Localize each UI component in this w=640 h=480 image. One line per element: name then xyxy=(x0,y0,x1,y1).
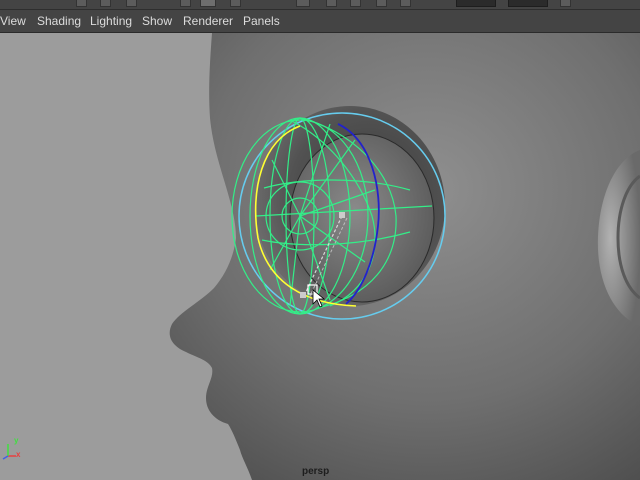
menu-view[interactable]: View xyxy=(0,13,26,29)
menu-panels[interactable]: Panels xyxy=(243,13,280,29)
axis-x-label: x xyxy=(16,450,21,459)
toolbar-button-8[interactable] xyxy=(326,0,337,7)
toolbar-button-3[interactable] xyxy=(126,0,137,7)
toolbar-button-5[interactable] xyxy=(200,0,216,7)
top-toolbar xyxy=(0,0,640,10)
menu-lighting[interactable]: Lighting xyxy=(90,13,132,29)
menu-show[interactable]: Show xyxy=(142,13,172,29)
axis-indicator-icon xyxy=(2,444,16,460)
viewport-scene[interactable] xyxy=(0,33,640,480)
toolbar-button-6[interactable] xyxy=(230,0,241,7)
toolbar-field-2[interactable] xyxy=(508,0,548,7)
camera-name-label: persp xyxy=(302,466,330,477)
toolbar-button-11[interactable] xyxy=(400,0,411,7)
menu-shading[interactable]: Shading xyxy=(37,13,81,29)
toolbar-button-10[interactable] xyxy=(376,0,387,7)
toolbar-button-12[interactable] xyxy=(560,0,571,7)
axis-y-label: y xyxy=(14,436,19,445)
toolbar-field-1[interactable] xyxy=(456,0,496,7)
toolbar-button-9[interactable] xyxy=(350,0,361,7)
toolbar-button-7[interactable] xyxy=(296,0,310,7)
toolbar-button-4[interactable] xyxy=(180,0,191,7)
perspective-viewport[interactable] xyxy=(0,33,640,480)
toolbar-button-1[interactable] xyxy=(76,0,87,7)
panel-menubar: View Shading Lighting Show Renderer Pane… xyxy=(0,10,640,33)
menu-renderer[interactable]: Renderer xyxy=(183,13,233,29)
toolbar-button-2[interactable] xyxy=(100,0,111,7)
